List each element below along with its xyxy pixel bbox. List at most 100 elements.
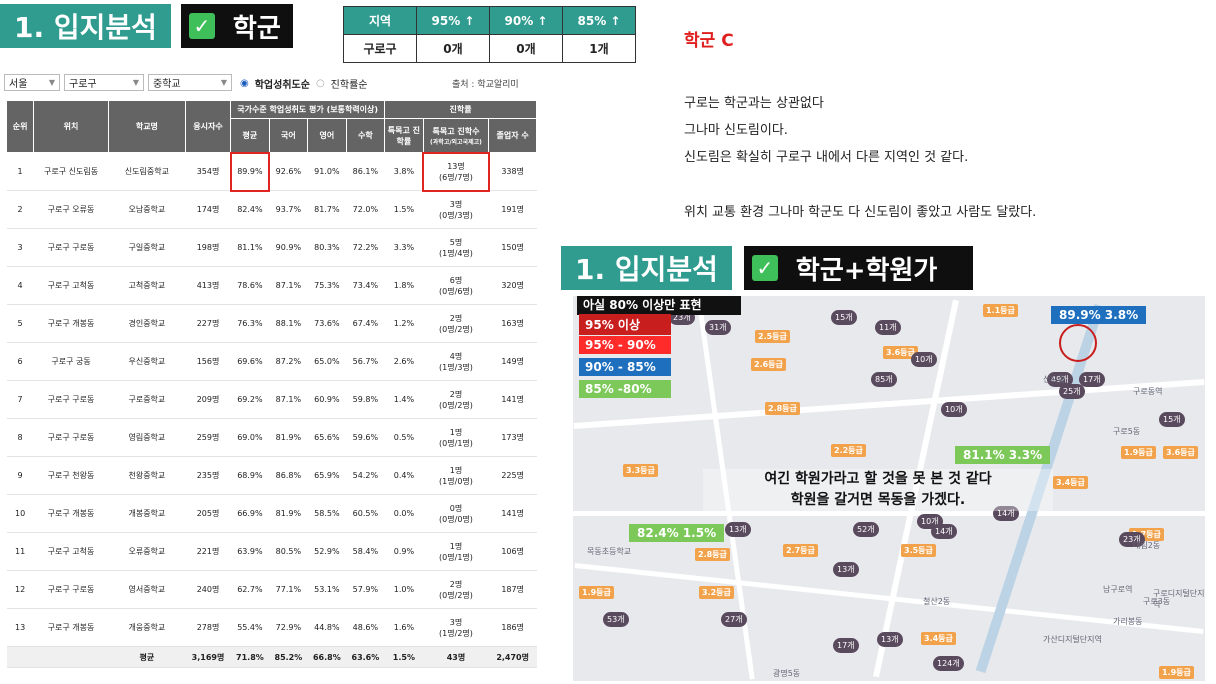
grade-tag[interactable]: 2.5등급 [755, 330, 790, 343]
grade-tag[interactable]: 2.2등급 [831, 444, 866, 457]
table-cell: 구로구 구로동 [33, 228, 109, 267]
table-cell: 구로구 구로동 [33, 418, 109, 457]
table-row: 10 구로구 개봉동 개봉중학교 205명 66.9% 81.9% 58.5% 60.5% 0.… [6, 494, 537, 533]
table-cell: 1.5% [384, 190, 424, 229]
academy-pin[interactable]: 15개 [1159, 412, 1185, 427]
place-label: 남구로역 [1103, 585, 1133, 594]
table-row: 9 구로구 천왕동 천왕중학교 235명 68.9% 86.8% 65.9% 54.2% 0.4… [6, 456, 537, 495]
table-cell: 75.3% [307, 266, 347, 305]
table-cell: 구로구 구로동 [33, 380, 109, 419]
academy-pin[interactable]: 17개 [1079, 372, 1105, 387]
academy-pin[interactable]: 13개 [833, 562, 859, 577]
table-row: 5 구로구 개봉동 경인중학교 227명 76.3% 88.1% 73.6% 67.4% 1.2… [6, 304, 537, 343]
level-select[interactable]: 중학교 ▼ [148, 74, 232, 91]
grade-tag[interactable]: 3.4등급 [1053, 476, 1088, 489]
academy-pin[interactable]: 13개 [725, 522, 751, 537]
table-cell: 신도림중학교 [108, 152, 186, 191]
col-header: 특목고 진학률 [384, 118, 424, 153]
academy-pin[interactable]: 31개 [705, 320, 731, 335]
table-cell: 개웅중학교 [108, 608, 186, 647]
table-cell: 173명 [488, 418, 537, 457]
table-cell: 고척중학교 [108, 266, 186, 305]
grade-tag[interactable]: 3.5등급 [901, 544, 936, 557]
sort-label: 진학률순 [330, 80, 368, 91]
table-cell: 186명 [488, 608, 537, 647]
radio-unselected[interactable]: ○ [316, 78, 325, 89]
grade-tag[interactable]: 1.9등급 [1121, 446, 1156, 459]
table-cell: 87.1% [269, 380, 308, 419]
table-row: 2 구로구 오류동 오남중학교 174명 82.4% 93.7% 81.7% 72.0% 1.5… [6, 190, 537, 229]
table-cell: 2 [6, 190, 34, 229]
grade-tag[interactable]: 1.9등급 [1159, 666, 1194, 679]
table-cell: 58.5% [307, 494, 347, 533]
academy-pin[interactable]: 25개 [1059, 384, 1085, 399]
table-cell: 2,470명 [488, 646, 537, 668]
table-cell: 80.3% [307, 228, 347, 267]
radio-selected[interactable]: ◉ [240, 78, 249, 89]
grade-tag[interactable]: 3.2등급 [699, 586, 734, 599]
grade-tag[interactable]: 3.4등급 [921, 632, 956, 645]
academy-pin[interactable]: 124개 [933, 656, 964, 671]
table-cell-admissions: 3명 (1명/2명) [423, 608, 489, 647]
table-cell: 156명 [185, 342, 231, 381]
table-cell-admissions: 0명 (0명/0명) [423, 494, 489, 533]
col-header: 특목고 진학수 (과학고/외고국제고) [422, 118, 490, 153]
academy-pin[interactable]: 52개 [853, 522, 879, 537]
table-row: 3 구로구 구로동 구일중학교 198명 81.1% 90.9% 80.3% 72.2% 3.3… [6, 228, 537, 267]
table-cell: 48.6% [346, 608, 385, 647]
grade-tag[interactable]: 1.9등급 [579, 586, 614, 599]
place-label: 신도림 [1043, 375, 1066, 384]
summary-header: 지역 [343, 6, 417, 35]
table-cell: 1.4% [384, 380, 424, 419]
grade-tag[interactable]: 2.8등급 [765, 402, 800, 415]
academy-pin[interactable]: 13개 [877, 632, 903, 647]
grade-tag[interactable]: 2.7등급 [783, 544, 818, 557]
table-cell: 141명 [488, 380, 537, 419]
table-cell: 10 [6, 494, 34, 533]
table-cell: 225명 [488, 456, 537, 495]
table-cell: 187명 [488, 570, 537, 609]
table-cell-admissions: 2명 (0명/2명) [423, 570, 489, 609]
table-cell: 1 [6, 152, 34, 191]
table-cell: 62.7% [230, 570, 270, 609]
grade-tag[interactable]: 1.1등급 [983, 304, 1018, 317]
academy-pin[interactable]: 11개 [875, 320, 901, 335]
checkmark-icon: ✓ [751, 255, 778, 281]
map-view[interactable]: 1.1등급 2.5등급 2.6등급 3.6등급 2.8등급 3.3등급 2.2등급 1.9등급… [573, 296, 1205, 681]
table-cell: 60.5% [346, 494, 385, 533]
grade-tag[interactable]: 3.3등급 [623, 464, 658, 477]
table-cell: 9 [6, 456, 34, 495]
academy-pin[interactable]: 27개 [721, 612, 747, 627]
academy-pin[interactable]: 10개 [911, 352, 937, 367]
map-road [573, 511, 1205, 516]
academy-pin[interactable]: 53개 [603, 612, 629, 627]
academy-pin[interactable]: 14개 [931, 524, 957, 539]
table-cell: 67.4% [346, 304, 385, 343]
district-select[interactable]: 구로구 ▼ [64, 74, 144, 91]
col-header: 영어 [307, 118, 347, 153]
table-cell: 87.2% [269, 342, 308, 381]
grade-tag[interactable]: 2.6등급 [751, 358, 786, 371]
academy-pin[interactable]: 85개 [871, 372, 897, 387]
city-select[interactable]: 서울 ▼ [4, 74, 60, 91]
academy-pin[interactable]: 17개 [833, 638, 859, 653]
summary-cell: 구로구 [343, 34, 417, 63]
source-note: 출처 : 학교알리미 [452, 80, 519, 90]
table-cell: 오남중학교 [108, 190, 186, 229]
legend-item: 95% 이상 [579, 314, 671, 335]
place-label: 가산디지털단지역 [1043, 635, 1102, 644]
grade-tag[interactable]: 3.6등급 [1163, 446, 1198, 459]
legend-item: 85% -80% [579, 380, 671, 398]
table-cell: 72.2% [346, 228, 385, 267]
academy-pin[interactable]: 10개 [941, 402, 967, 417]
title-banner-1: 1. 입지분석 ✓ 학군 [0, 4, 293, 48]
table-cell: 227명 [185, 304, 231, 343]
table-cell-admissions: 1명 (0명/1명) [423, 418, 489, 457]
table-cell: 63.6% [346, 646, 385, 668]
grade-tag[interactable]: 2.8등급 [695, 548, 730, 561]
table-cell: 우신중학교 [108, 342, 186, 381]
table-cell: 3.8% [384, 152, 424, 191]
table-cell: 90.9% [269, 228, 308, 267]
academy-pin[interactable]: 15개 [831, 310, 857, 325]
table-row: 4 구로구 고척동 고척중학교 413명 78.6% 87.1% 75.3% 73.4% 1.8… [6, 266, 537, 305]
